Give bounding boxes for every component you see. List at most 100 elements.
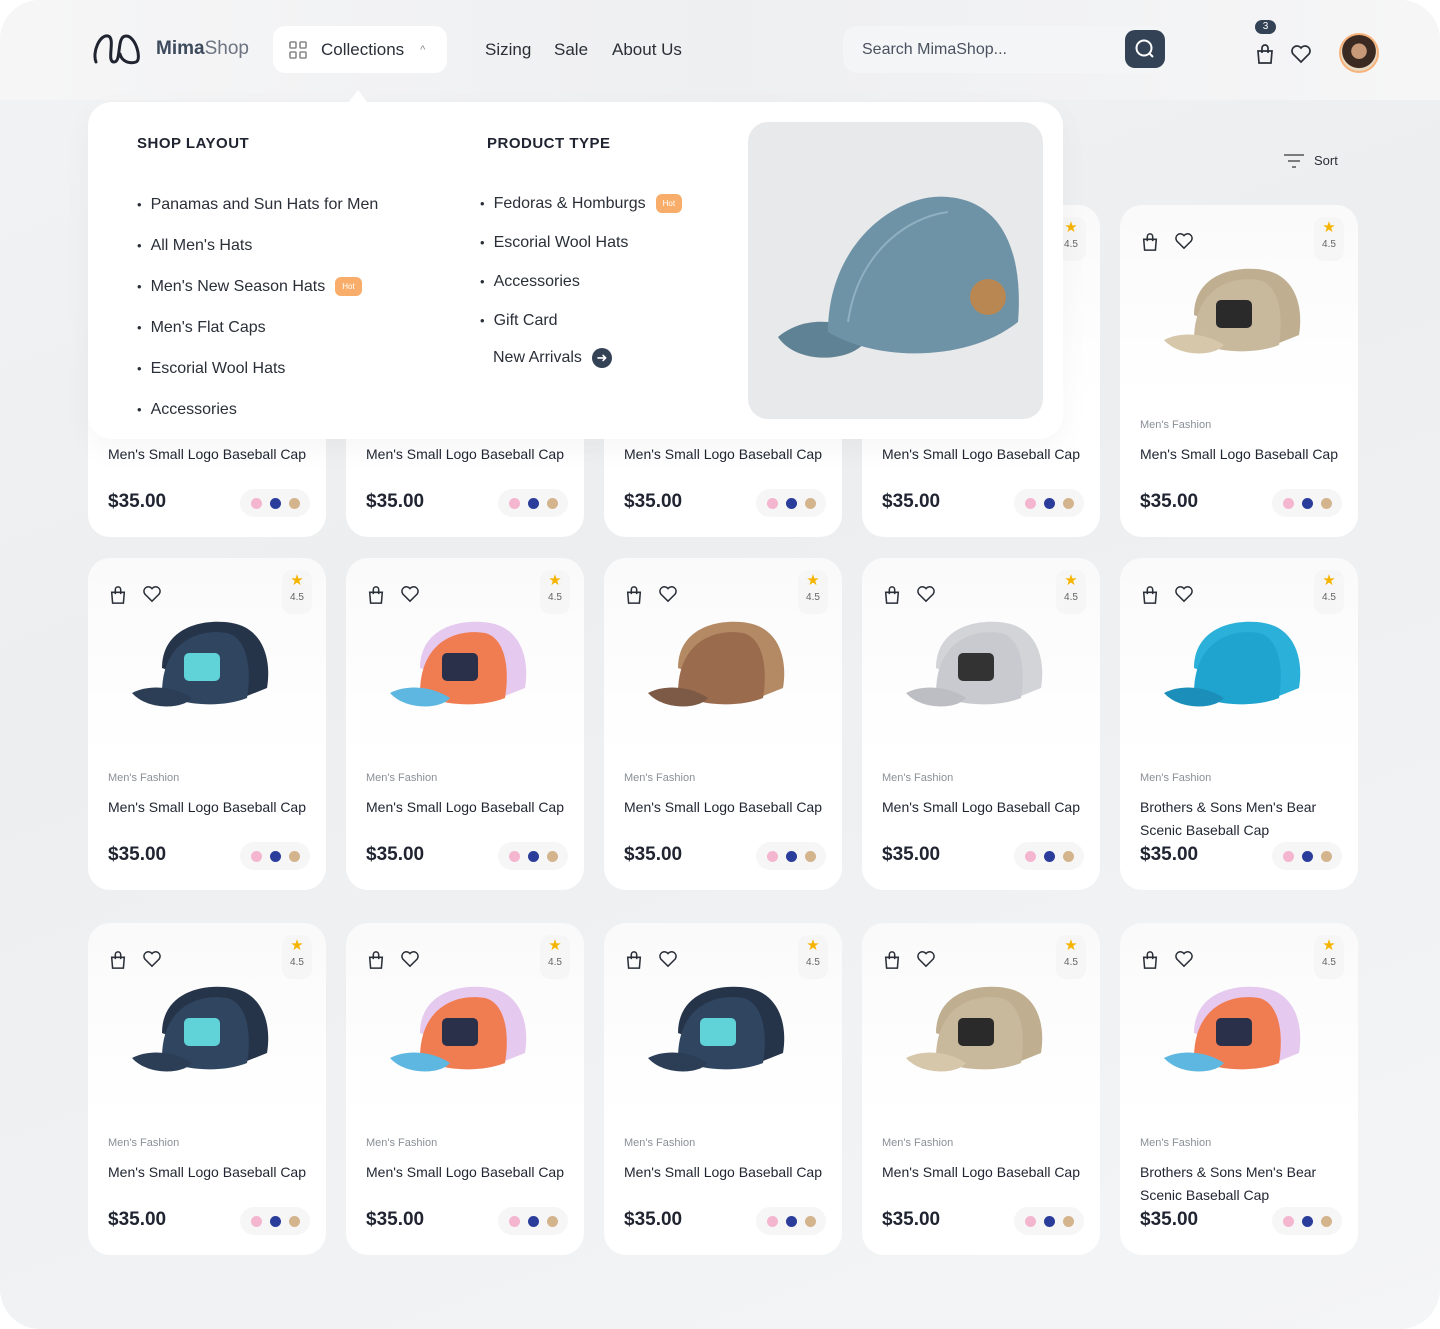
color-swatch[interactable] bbox=[250, 850, 262, 862]
color-swatch[interactable] bbox=[288, 497, 300, 509]
nav-sale[interactable]: Sale bbox=[554, 40, 588, 60]
product-card[interactable]: ★4.5 Men's Fashion Men's Small Logo Base… bbox=[88, 923, 326, 1255]
product-title[interactable]: Men's Small Logo Baseball Cap bbox=[366, 1161, 566, 1184]
nav-about-us[interactable]: About Us bbox=[612, 40, 682, 60]
product-title[interactable]: Men's Small Logo Baseball Cap bbox=[366, 443, 566, 466]
color-swatch[interactable] bbox=[766, 850, 778, 862]
product-card[interactable]: ★4.5 Men's Fashion Men's Small Logo Base… bbox=[862, 558, 1100, 890]
product-image[interactable] bbox=[638, 963, 808, 1103]
product-image[interactable] bbox=[638, 598, 808, 738]
dropdown-menu-item[interactable]: Fedoras & Homburgs Hot bbox=[480, 184, 683, 223]
color-swatch[interactable] bbox=[546, 1215, 558, 1227]
color-swatch[interactable] bbox=[288, 1215, 300, 1227]
color-swatch[interactable] bbox=[269, 1215, 281, 1227]
search-input[interactable]: Search MimaShop... bbox=[843, 26, 1168, 73]
dropdown-menu-item[interactable]: Panamas and Sun Hats for Men bbox=[137, 184, 379, 225]
product-card[interactable]: ★4.5 Men's Fashion Men's Small Logo Base… bbox=[346, 558, 584, 890]
color-swatch[interactable] bbox=[269, 850, 281, 862]
color-swatch[interactable] bbox=[527, 850, 539, 862]
color-swatch[interactable] bbox=[250, 497, 262, 509]
product-image[interactable] bbox=[122, 963, 292, 1103]
product-image[interactable] bbox=[122, 598, 292, 738]
product-title[interactable]: Brothers & Sons Men's Bear Scenic Baseba… bbox=[1140, 796, 1340, 842]
color-swatch[interactable] bbox=[1282, 850, 1294, 862]
color-swatch[interactable] bbox=[1320, 497, 1332, 509]
product-title[interactable]: Men's Small Logo Baseball Cap bbox=[108, 1161, 308, 1184]
product-card[interactable]: ★4.5 Men's Fashion Men's Small Logo Base… bbox=[862, 923, 1100, 1255]
color-swatch[interactable] bbox=[1282, 1215, 1294, 1227]
color-swatch[interactable] bbox=[804, 1215, 816, 1227]
dropdown-menu-item[interactable]: All Men's Hats bbox=[137, 225, 378, 266]
color-swatch[interactable] bbox=[1301, 1215, 1313, 1227]
product-image[interactable] bbox=[1154, 245, 1324, 385]
color-swatch[interactable] bbox=[1282, 497, 1294, 509]
product-image[interactable] bbox=[1154, 963, 1324, 1103]
dropdown-menu-item[interactable]: Men's Flat Caps bbox=[137, 307, 378, 348]
nav-sizing[interactable]: Sizing bbox=[485, 40, 531, 60]
logo[interactable]: MimaShop bbox=[92, 32, 249, 66]
product-card[interactable]: ★ 4.5 Men's Fashion Brothers & Sons Men's… bbox=[1120, 923, 1358, 1255]
product-image[interactable] bbox=[380, 963, 550, 1103]
product-card[interactable]: ★4.5 Men's Fashion Men's Small Logo Base… bbox=[88, 558, 326, 890]
color-swatch[interactable] bbox=[1320, 850, 1332, 862]
color-swatch[interactable] bbox=[1301, 497, 1313, 509]
color-swatch[interactable] bbox=[527, 1215, 539, 1227]
product-image[interactable] bbox=[896, 598, 1066, 738]
product-title[interactable]: Men's Small Logo Baseball Cap bbox=[366, 796, 566, 819]
color-swatch[interactable] bbox=[1043, 850, 1055, 862]
color-swatch[interactable] bbox=[804, 850, 816, 862]
color-swatch[interactable] bbox=[1320, 1215, 1332, 1227]
color-swatch[interactable] bbox=[1024, 1215, 1036, 1227]
color-swatch[interactable] bbox=[766, 497, 778, 509]
sort-button[interactable]: Sort bbox=[1284, 153, 1338, 168]
product-title[interactable]: Men's Small Logo Baseball Cap bbox=[882, 1161, 1082, 1184]
dropdown-menu-item[interactable]: Escorial Wool Hats bbox=[480, 223, 682, 262]
color-swatch[interactable] bbox=[288, 850, 300, 862]
color-swatch[interactable] bbox=[1024, 497, 1036, 509]
product-title[interactable]: Men's Small Logo Baseball Cap bbox=[882, 796, 1082, 819]
product-title[interactable]: Men's Small Logo Baseball Cap bbox=[1140, 443, 1340, 466]
product-card[interactable]: ★4.5 Men's Fashion Men's Small Logo Base… bbox=[604, 558, 842, 890]
product-title[interactable]: Men's Small Logo Baseball Cap bbox=[624, 796, 824, 819]
dropdown-menu-item[interactable]: Accessories bbox=[137, 389, 378, 430]
product-title[interactable]: Brothers & Sons Men's Bear Scenic Baseba… bbox=[1140, 1161, 1340, 1207]
color-swatch[interactable] bbox=[785, 497, 797, 509]
collections-menu-button[interactable]: Collections ^ bbox=[273, 26, 447, 73]
product-title[interactable]: Men's Small Logo Baseball Cap bbox=[108, 443, 308, 466]
color-swatch[interactable] bbox=[1062, 850, 1074, 862]
color-swatch[interactable] bbox=[1062, 1215, 1074, 1227]
dropdown-menu-item[interactable]: Accessories bbox=[480, 262, 682, 301]
color-swatch[interactable] bbox=[546, 850, 558, 862]
color-swatch[interactable] bbox=[1301, 850, 1313, 862]
product-card[interactable]: ★4.5 Men's Fashion Men's Small Logo Base… bbox=[346, 923, 584, 1255]
product-card[interactable]: ★ 4.5 Men's Fashion Brothers & Sons Men's… bbox=[1120, 558, 1358, 890]
color-swatch[interactable] bbox=[1024, 850, 1036, 862]
product-card[interactable]: ★4.5 Men's Fashion Men's Small Logo Base… bbox=[604, 923, 842, 1255]
product-image[interactable] bbox=[1154, 598, 1324, 738]
product-title[interactable]: Men's Small Logo Baseball Cap bbox=[108, 796, 308, 819]
product-title[interactable]: Men's Small Logo Baseball Cap bbox=[624, 1161, 824, 1184]
dropdown-menu-item[interactable]: Escorial Wool Hats bbox=[137, 348, 378, 389]
product-title[interactable]: Men's Small Logo Baseball Cap bbox=[624, 443, 824, 466]
search-button[interactable] bbox=[1125, 30, 1165, 68]
dropdown-menu-item[interactable]: Men's New Season Hats Hot bbox=[137, 266, 378, 307]
color-swatch[interactable] bbox=[527, 497, 539, 509]
color-swatch[interactable] bbox=[804, 497, 816, 509]
user-avatar[interactable] bbox=[1339, 33, 1379, 73]
color-swatch[interactable] bbox=[1062, 497, 1074, 509]
new-arrivals-link[interactable]: New Arrivals ➜ bbox=[493, 348, 612, 368]
color-swatch[interactable] bbox=[785, 1215, 797, 1227]
color-swatch[interactable] bbox=[1043, 497, 1055, 509]
product-card[interactable]: ★4.5 Men's Fashion Men's Small Logo Base… bbox=[1120, 205, 1358, 537]
color-swatch[interactable] bbox=[546, 497, 558, 509]
heart-icon[interactable] bbox=[1290, 44, 1312, 64]
color-swatch[interactable] bbox=[269, 497, 281, 509]
color-swatch[interactable] bbox=[508, 497, 520, 509]
color-swatch[interactable] bbox=[785, 850, 797, 862]
product-image[interactable] bbox=[896, 963, 1066, 1103]
product-title[interactable]: Men's Small Logo Baseball Cap bbox=[882, 443, 1082, 466]
product-image[interactable] bbox=[380, 598, 550, 738]
color-swatch[interactable] bbox=[766, 1215, 778, 1227]
cart-icon[interactable] bbox=[1255, 43, 1275, 65]
color-swatch[interactable] bbox=[250, 1215, 262, 1227]
